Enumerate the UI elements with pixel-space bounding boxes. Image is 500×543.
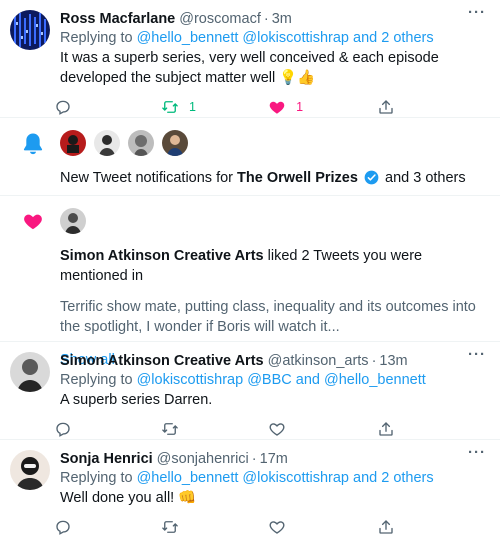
author-handle[interactable]: @roscomacf — [179, 10, 261, 29]
actor-name[interactable]: Simon Atkinson Creative Arts — [60, 248, 264, 264]
reply-button[interactable] — [54, 98, 161, 116]
like-button[interactable]: 1 — [268, 98, 377, 116]
like-button[interactable] — [268, 420, 377, 438]
notification-prefix: New Tweet notifications for — [60, 170, 234, 186]
notification-new-tweets[interactable]: New Tweet notifications for The Orwell P… — [0, 118, 500, 196]
tweet-simon[interactable]: ··· Simon Atkinson Creative Arts @atkins… — [0, 342, 500, 440]
tweet-sonja[interactable]: ··· Sonja Henrici @sonjahenrici · 17m Re… — [0, 440, 500, 543]
more-options-icon[interactable]: ··· — [468, 445, 486, 460]
notification-suffix: and 3 others — [385, 170, 466, 186]
tweet-time[interactable]: 3m — [272, 10, 292, 29]
share-icon — [379, 100, 393, 114]
avatar-follower-2[interactable] — [94, 130, 120, 156]
separator-dot: · — [263, 11, 269, 27]
more-options-icon[interactable]: ··· — [468, 347, 486, 362]
author-name[interactable]: Sonja Henrici — [60, 450, 153, 469]
heart-filled-icon — [24, 214, 42, 230]
author-name[interactable]: Ross Macfarlane — [60, 10, 175, 29]
reply-button[interactable] — [54, 420, 161, 438]
bell-icon — [23, 133, 43, 155]
avatar-sonja[interactable] — [10, 450, 50, 490]
replying-to-links[interactable]: @hello_bennett @lokiscottishrap and 2 ot… — [137, 30, 434, 46]
account-name[interactable]: The Orwell Prizes — [237, 170, 358, 186]
reply-icon — [56, 422, 70, 437]
tweet-time[interactable]: 13m — [379, 352, 407, 371]
avatar-simon[interactable] — [10, 352, 50, 392]
share-icon — [379, 422, 393, 436]
reply-button[interactable] — [54, 518, 161, 536]
avatar-orwell-prizes[interactable] — [60, 130, 86, 156]
replying-to: Replying to @hello_bennett @lokiscottish… — [60, 29, 484, 48]
replying-prefix: Replying to — [60, 470, 133, 486]
tweet-text: It was a superb series, very well concei… — [60, 50, 439, 86]
tweet-text: A superb series Darren. — [60, 392, 213, 408]
reply-icon — [56, 100, 70, 115]
reply-icon — [56, 520, 70, 535]
retweet-icon — [162, 521, 178, 533]
notification-feed: · · · Ross Macfarlane @roscomacf · 3m Repl… — [0, 0, 500, 543]
replying-to-links[interactable]: @lokiscottishrap @BBC and @hello_bennett — [137, 372, 426, 388]
retweet-button[interactable]: 1 — [161, 98, 268, 116]
heart-icon — [269, 521, 285, 534]
replying-prefix: Replying to — [60, 30, 133, 46]
retweet-icon — [162, 101, 178, 113]
like-button[interactable] — [268, 518, 377, 536]
tweet-ross[interactable]: ··· Ross Macfarlane @roscomacf · 3m Repl… — [0, 0, 500, 118]
retweet-count: 1 — [189, 100, 196, 114]
notification-text: New Tweet notifications for The Orwell P… — [60, 168, 484, 191]
heart-icon — [269, 423, 285, 436]
tweet-time[interactable]: 17m — [260, 450, 288, 469]
share-button[interactable] — [377, 518, 484, 536]
tweet-text: Well done you all! 👊 — [60, 490, 197, 506]
avatar-simon-atkinson[interactable] — [60, 208, 86, 234]
verified-badge-icon — [364, 170, 379, 191]
separator-dot: · — [251, 451, 257, 467]
retweet-button[interactable] — [161, 518, 268, 536]
retweet-button[interactable] — [161, 420, 268, 438]
retweet-icon — [162, 423, 178, 435]
avatar-follower-4[interactable] — [162, 130, 188, 156]
replying-to: Replying to @lokiscottishrap @BBC and @h… — [60, 371, 484, 390]
like-count: 1 — [296, 100, 304, 114]
tweet-actions — [54, 508, 484, 543]
share-button[interactable] — [377, 98, 484, 116]
notification-text: Simon Atkinson Creative Arts liked 2 Twe… — [60, 246, 484, 286]
avatar-ross[interactable] — [10, 10, 50, 50]
more-options-icon[interactable]: ··· — [468, 5, 486, 20]
author-handle[interactable]: @sonjahenrici — [157, 450, 249, 469]
heart-filled-icon — [269, 101, 285, 114]
author-handle[interactable]: @atkinson_arts — [268, 352, 369, 371]
replying-prefix: Replying to — [60, 372, 133, 388]
replying-to: Replying to @hello_bennett @lokiscottish… — [60, 469, 484, 488]
author-name[interactable]: Simon Atkinson Creative Arts — [60, 352, 264, 371]
separator-dot: · — [371, 353, 377, 369]
share-icon — [379, 520, 393, 534]
share-button[interactable] — [377, 420, 484, 438]
liked-tweet-preview[interactable]: Terrific show mate, putting class, inequ… — [60, 297, 484, 337]
notification-liked[interactable]: Simon Atkinson Creative Arts liked 2 Twe… — [0, 196, 500, 368]
avatar-follower-3[interactable] — [128, 130, 154, 156]
replying-to-links[interactable]: @hello_bennett @lokiscottishrap and 2 ot… — [137, 470, 434, 486]
